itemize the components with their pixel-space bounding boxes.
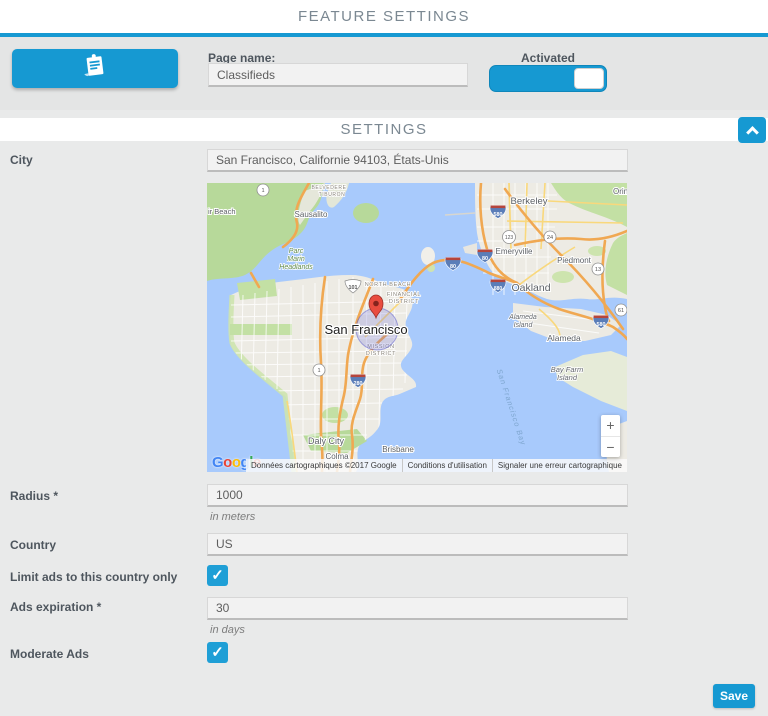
map-canvas: Parc Marin Headlands NORTH BEACH FINANCI… (207, 183, 627, 472)
map-label: Sausalito (295, 210, 328, 219)
google-map[interactable]: Parc Marin Headlands NORTH BEACH FINANCI… (207, 183, 627, 472)
radius-helper: in meters (210, 511, 255, 523)
map-label: Emeryville (496, 247, 533, 256)
country-input[interactable] (207, 533, 628, 556)
ads-expiration-label: Ads expiration * (10, 600, 101, 614)
map-attribution: Données cartographiques ©2017 Google Con… (246, 459, 627, 472)
check-icon: ✓ (211, 644, 224, 661)
feature-bar: Page name: Activated (0, 37, 768, 110)
map-label: BELVEDERE (311, 185, 346, 191)
map-label: Orin (613, 187, 627, 196)
report-error-link[interactable]: Signaler une erreur cartographique (492, 459, 627, 472)
ads-expiration-input[interactable] (207, 597, 628, 620)
svg-text:24: 24 (547, 235, 553, 241)
limit-country-label: Limit ads to this country only (10, 570, 177, 584)
zoom-out-button[interactable]: − (601, 437, 620, 458)
city-input[interactable] (207, 149, 628, 172)
city-label: City (10, 153, 33, 167)
map-label: ir Beach (208, 207, 236, 216)
map-label-san-francisco: San Francisco (324, 322, 407, 337)
check-icon: ✓ (211, 567, 224, 584)
map-label: Piedmont (557, 256, 592, 265)
map-zoom-control: + − (601, 415, 620, 457)
map-label: TIBURON (319, 192, 346, 198)
map-label: Brisbane (382, 445, 414, 454)
map-label: Alameda (547, 333, 581, 343)
svg-text:123: 123 (505, 235, 514, 241)
map-label: DISTRICT (366, 351, 396, 357)
svg-text:80: 80 (482, 256, 488, 262)
limit-country-checkbox[interactable]: ✓ (207, 565, 228, 586)
terms-link[interactable]: Conditions d'utilisation (402, 459, 492, 472)
activated-label: Activated (489, 51, 607, 65)
svg-text:580: 580 (597, 322, 606, 328)
map-label: Parc (289, 248, 304, 255)
classifieds-note-icon (83, 52, 107, 85)
country-label: Country (10, 538, 56, 552)
map-label: NORTH BEACH (365, 282, 412, 288)
svg-text:101: 101 (349, 285, 358, 291)
svg-text:280: 280 (354, 381, 363, 387)
map-label: DISTRICT (389, 299, 419, 305)
activated-toggle[interactable] (489, 65, 607, 92)
moderate-ads-label: Moderate Ads (10, 647, 89, 661)
toggle-knob (574, 68, 604, 89)
svg-text:13: 13 (595, 267, 601, 273)
svg-text:880: 880 (494, 286, 503, 292)
map-copyright: Données cartographiques ©2017 Google (246, 459, 402, 472)
svg-text:61: 61 (618, 308, 624, 314)
page-title: FEATURE SETTINGS (298, 8, 470, 25)
save-button[interactable]: Save (713, 684, 755, 708)
map-label: Island (514, 322, 534, 329)
radius-input[interactable] (207, 484, 628, 507)
radius-label: Radius * (10, 489, 58, 503)
svg-text:1: 1 (317, 368, 320, 374)
svg-text:1: 1 (261, 188, 264, 194)
zoom-in-button[interactable]: + (601, 415, 620, 437)
ads-expiration-helper: in days (210, 624, 245, 636)
svg-text:580: 580 (494, 212, 503, 218)
map-label: FINANCIAL (387, 292, 421, 298)
map-label: Marin (287, 256, 305, 263)
svg-text:80: 80 (450, 264, 456, 270)
page-name-input[interactable] (208, 63, 468, 87)
page-header: FEATURE SETTINGS (0, 0, 768, 33)
classifieds-feature-button[interactable] (12, 49, 178, 88)
map-label: Headlands (279, 264, 313, 271)
map-label: Berkeley (511, 196, 548, 207)
settings-title: SETTINGS (340, 121, 427, 138)
map-label: Oakland (511, 282, 550, 294)
settings-section-header: SETTINGS (0, 118, 768, 141)
map-label: Daly City (308, 436, 345, 446)
map-label: Island (557, 373, 578, 382)
chevron-up-icon (746, 126, 759, 139)
moderate-ads-checkbox[interactable]: ✓ (207, 642, 228, 663)
collapse-section-button[interactable] (738, 117, 766, 143)
map-label: Alameda (508, 314, 537, 321)
